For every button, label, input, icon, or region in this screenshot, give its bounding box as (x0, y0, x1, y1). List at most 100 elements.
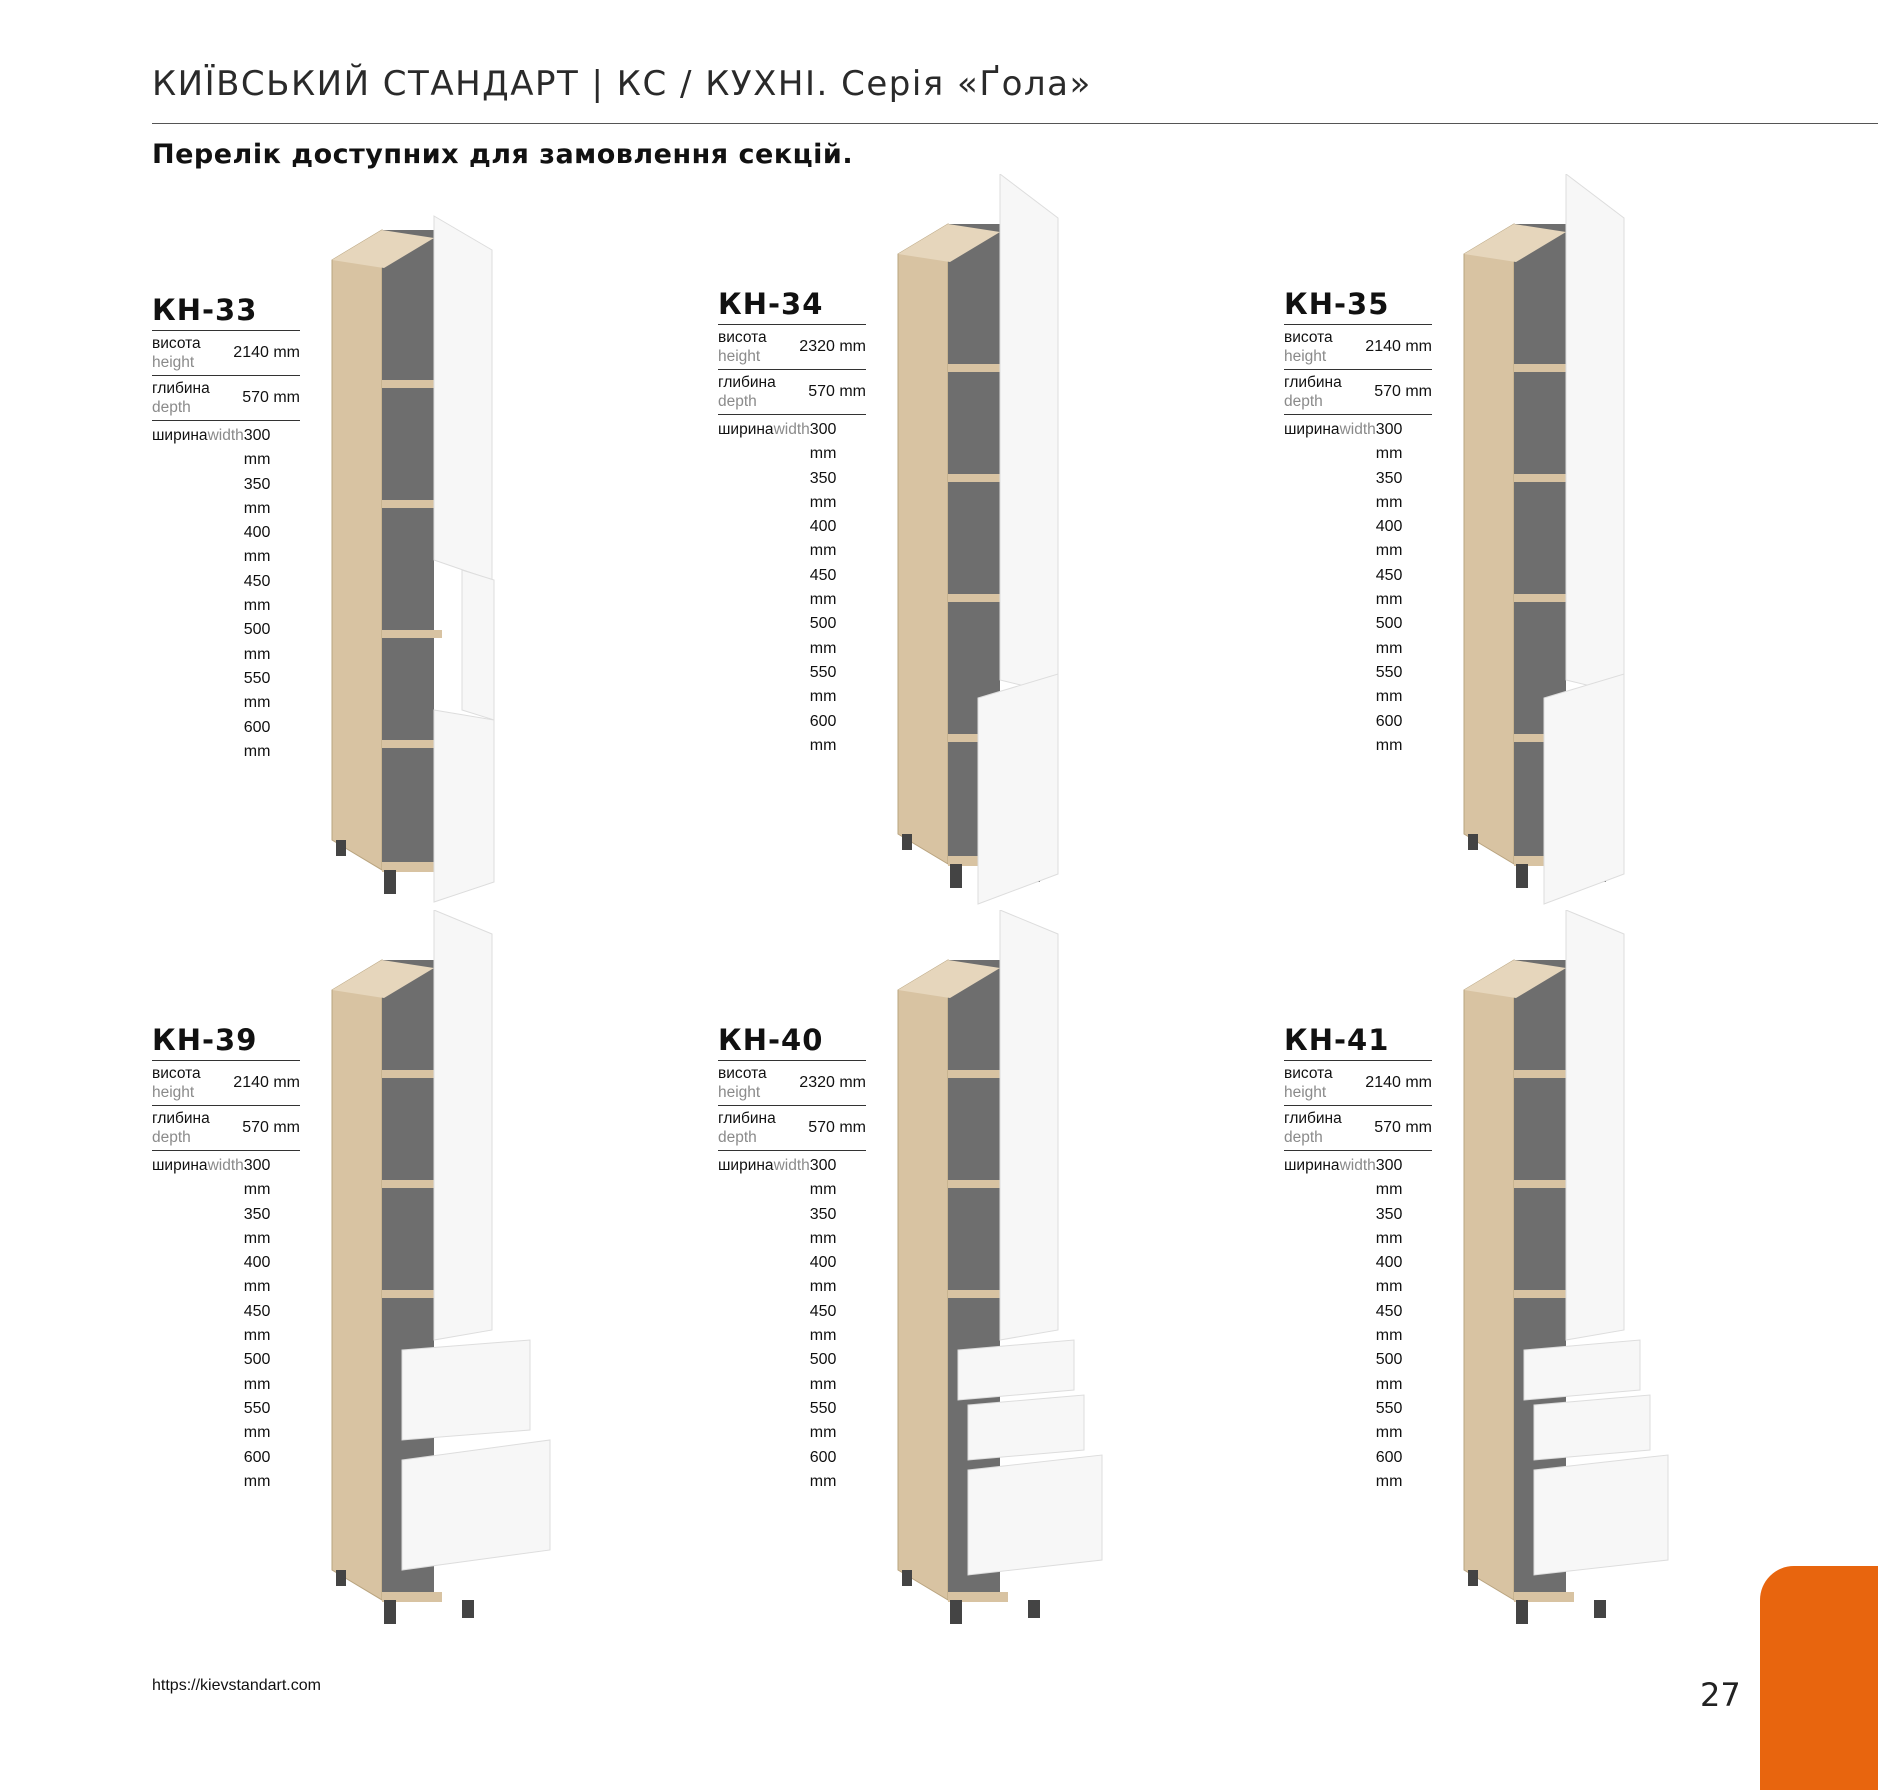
width-value: 550 mm (1375, 1399, 1403, 1442)
depth-label-en: depth (718, 393, 757, 410)
section-subtitle: Перелік доступних для замовлення секцій. (152, 139, 854, 170)
height-label: висота (718, 329, 767, 346)
depth-label: глибина (718, 374, 776, 391)
depth-label: глибина (1284, 1110, 1342, 1127)
spec-table: КН-39 висота height 2140 mm глибина depth 570 … (152, 1020, 300, 1494)
width-value: 350 mm (1375, 469, 1403, 511)
height-row: висота height 2320 mm (718, 324, 866, 369)
width-value: 550 mm (809, 663, 837, 706)
depth-row: глибина depth 570 mm (152, 1105, 300, 1150)
width-label: ширина (718, 1157, 774, 1174)
width-value: 350 mm (809, 1205, 837, 1247)
width-value: 300 mm (809, 1157, 837, 1199)
depth-label-en: depth (1284, 1129, 1323, 1146)
cabinet-illustration (331, 910, 551, 1624)
width-value: 450 mm (809, 566, 837, 609)
width-value: 400 mm (243, 1254, 271, 1296)
height-label: висота (718, 1065, 767, 1082)
cabinet-illustration (1463, 174, 1625, 905)
spec-table: КН-40 висота height 2320 mm глибина depth 570 … (718, 1020, 866, 1494)
depth-label-en: depth (1284, 393, 1323, 410)
width-value: 400 mm (809, 518, 837, 560)
width-value: 400 mm (243, 524, 271, 566)
height-row: висота height 2140 mm (152, 330, 300, 375)
depth-value: 570 mm (808, 383, 866, 400)
width-value: 600 mm (1375, 1448, 1403, 1490)
spec-table: КН-41 висота height 2140 mm глибина depth 570 … (1284, 1020, 1432, 1494)
width-row: ширинаwidth 300 mm 350 mm 400 mm 450 mm 500 m… (152, 420, 300, 764)
width-value: 350 mm (243, 1205, 271, 1247)
spec-table: КН-33 висота height 2140 mm глибина depth 570 … (152, 290, 300, 764)
depth-value: 570 mm (1374, 1119, 1432, 1136)
width-value: 300 mm (809, 421, 837, 463)
height-row: висота height 2140 mm (152, 1060, 300, 1105)
model-code: КН-34 (718, 287, 824, 321)
width-value: 600 mm (1375, 712, 1403, 754)
depth-row: глибина depth 570 mm (718, 1105, 866, 1150)
depth-row: глибина depth 570 mm (1284, 1105, 1432, 1150)
depth-label-en: depth (152, 1129, 191, 1146)
depth-row: глибина depth 570 mm (1284, 369, 1432, 414)
width-label: ширина (1284, 1157, 1340, 1174)
width-options: 300 mm 350 mm 400 mm 450 mm 500 mm 550 mm 600 … (244, 1154, 300, 1494)
width-value: 600 mm (809, 1448, 837, 1490)
page-header-title: КИЇВСЬКИЙ СТАНДАРТ | КС / КУХНІ. Серія «… (152, 64, 1092, 104)
width-row: ширинаwidth 300 mm 350 mm 400 mm 450 mm 500 m… (1284, 414, 1432, 758)
depth-label: глибина (152, 1110, 210, 1127)
height-value: 2320 mm (799, 338, 866, 355)
width-value: 450 mm (1375, 1302, 1403, 1345)
height-label-en: height (1284, 1084, 1327, 1101)
width-label-en: width (207, 427, 244, 444)
width-label: ширина (1284, 421, 1340, 438)
height-label: висота (152, 335, 201, 352)
product-card: КН-35 висота height 2140 mm глибина depth 570 … (1284, 174, 1844, 1004)
height-row: висота height 2140 mm (1284, 1060, 1432, 1105)
header-divider (152, 123, 1878, 124)
width-label: ширина (718, 421, 774, 438)
width-value: 550 mm (809, 1399, 837, 1442)
width-value: 600 mm (809, 712, 837, 754)
width-options: 300 mm 350 mm 400 mm 450 mm 500 mm 550 mm 600 … (810, 1154, 866, 1494)
height-row: висота height 2320 mm (718, 1060, 866, 1105)
model-code: КН-35 (1284, 287, 1390, 321)
width-value: 450 mm (1375, 566, 1403, 609)
width-value: 550 mm (243, 1399, 271, 1442)
height-value: 2140 mm (1365, 338, 1432, 355)
website-link[interactable]: https://kievstandart.com (152, 1677, 321, 1695)
width-label: ширина (152, 427, 208, 444)
model-code: КН-41 (1284, 1023, 1390, 1057)
width-value: 500 mm (1375, 615, 1403, 657)
height-label-en: height (152, 354, 195, 371)
cabinet-illustration (1463, 910, 1669, 1624)
height-label-en: height (1284, 348, 1327, 365)
width-options: 300 mm 350 mm 400 mm 450 mm 500 mm 550 mm 600 … (244, 424, 300, 764)
depth-label: глибина (152, 380, 210, 397)
width-value: 400 mm (1375, 1254, 1403, 1296)
width-options: 300 mm 350 mm 400 mm 450 mm 500 mm 550 mm 600 … (1376, 418, 1432, 758)
depth-label-en: depth (152, 399, 191, 416)
depth-value: 570 mm (1374, 383, 1432, 400)
width-value: 300 mm (1375, 421, 1403, 463)
cabinet-illustration (897, 910, 1103, 1624)
width-label-en: width (773, 1157, 810, 1174)
width-value: 550 mm (243, 669, 271, 712)
width-value: 450 mm (243, 572, 271, 615)
height-label-en: height (152, 1084, 195, 1101)
width-value: 400 mm (1375, 518, 1403, 560)
depth-row: глибина depth 570 mm (718, 369, 866, 414)
depth-label-en: depth (718, 1129, 757, 1146)
width-label-en: width (1339, 421, 1376, 438)
model-code: КН-39 (152, 1023, 258, 1057)
width-label-en: width (1339, 1157, 1376, 1174)
height-label-en: height (718, 1084, 761, 1101)
width-value: 500 mm (809, 1351, 837, 1393)
spec-table: КН-34 висота height 2320 mm глибина depth 570 … (718, 284, 866, 758)
width-options: 300 mm 350 mm 400 mm 450 mm 500 mm 550 mm 600 … (810, 418, 866, 758)
product-card: КН-39 висота height 2140 mm глибина depth 570 … (152, 910, 712, 1740)
height-value: 2140 mm (1365, 1074, 1432, 1091)
width-label: ширина (152, 1157, 208, 1174)
width-value: 350 mm (1375, 1205, 1403, 1247)
width-value: 600 mm (243, 1448, 271, 1490)
product-card: КН-33 висота height 2140 mm глибина depth 570 … (152, 215, 712, 1010)
width-value: 300 mm (1375, 1157, 1403, 1199)
